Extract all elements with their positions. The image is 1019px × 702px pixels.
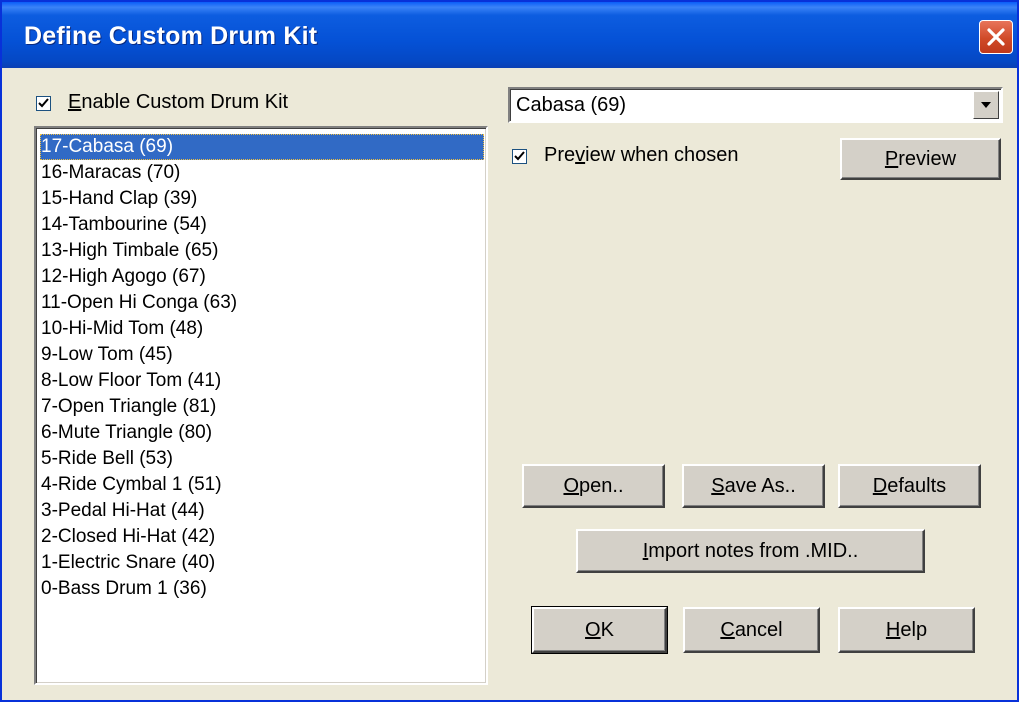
window-title: Define Custom Drum Kit xyxy=(24,22,318,50)
list-item[interactable]: 7-Open Triangle (81) xyxy=(40,394,484,420)
instrument-combobox-value: Cabasa (69) xyxy=(516,94,627,116)
close-button[interactable] xyxy=(979,20,1013,54)
list-item[interactable]: 6-Mute Triangle (80) xyxy=(40,420,484,446)
list-item[interactable]: 14-Tambourine (54) xyxy=(40,212,484,238)
dialog-window: Define Custom Drum Kit Enable Custom Dru… xyxy=(0,0,1019,702)
checkmark-icon xyxy=(38,98,49,108)
list-item[interactable]: 9-Low Tom (45) xyxy=(40,342,484,368)
save-as-button[interactable]: Save As.. xyxy=(682,464,825,508)
list-item[interactable]: 3-Pedal Hi-Hat (44) xyxy=(40,498,484,524)
list-item[interactable]: 2-Closed Hi-Hat (42) xyxy=(40,524,484,550)
enable-custom-kit-label[interactable]: Enable Custom Drum Kit xyxy=(68,91,288,114)
defaults-button[interactable]: Defaults xyxy=(838,464,981,508)
import-midi-button[interactable]: Import notes from .MID.. xyxy=(576,529,925,573)
combobox-dropdown-button[interactable] xyxy=(973,91,999,119)
instrument-combobox[interactable]: Cabasa (69) xyxy=(508,87,1003,123)
list-item[interactable]: 16-Maracas (70) xyxy=(40,160,484,186)
list-item[interactable]: 17-Cabasa (69) xyxy=(40,134,484,160)
close-icon xyxy=(987,28,1005,46)
list-item[interactable]: 1-Electric Snare (40) xyxy=(40,550,484,576)
ok-button[interactable]: OK xyxy=(531,606,668,654)
list-item[interactable]: 8-Low Floor Tom (41) xyxy=(40,368,484,394)
preview-when-chosen-checkbox[interactable] xyxy=(512,149,527,164)
list-item[interactable]: 4-Ride Cymbal 1 (51) xyxy=(40,472,484,498)
title-bar[interactable]: Define Custom Drum Kit xyxy=(2,2,1017,68)
preview-button[interactable]: Preview xyxy=(840,138,1001,180)
list-item[interactable]: 11-Open Hi Conga (63) xyxy=(40,290,484,316)
cancel-button[interactable]: Cancel xyxy=(683,607,820,653)
chevron-down-icon xyxy=(981,102,991,108)
checkmark-icon xyxy=(514,151,525,161)
list-item[interactable]: 5-Ride Bell (53) xyxy=(40,446,484,472)
help-button[interactable]: Help xyxy=(838,607,975,653)
list-item[interactable]: 0-Bass Drum 1 (36) xyxy=(40,576,484,602)
list-item[interactable]: 10-Hi-Mid Tom (48) xyxy=(40,316,484,342)
drum-list[interactable]: 17-Cabasa (69) 16-Maracas (70) 15-Hand C… xyxy=(34,126,488,685)
list-item[interactable]: 13-High Timbale (65) xyxy=(40,238,484,264)
enable-custom-kit-checkbox[interactable] xyxy=(36,96,51,111)
open-button[interactable]: Open.. xyxy=(522,464,665,508)
preview-when-chosen-label[interactable]: Preview when chosen xyxy=(544,144,739,167)
list-item[interactable]: 15-Hand Clap (39) xyxy=(40,186,484,212)
list-item[interactable]: 12-High Agogo (67) xyxy=(40,264,484,290)
